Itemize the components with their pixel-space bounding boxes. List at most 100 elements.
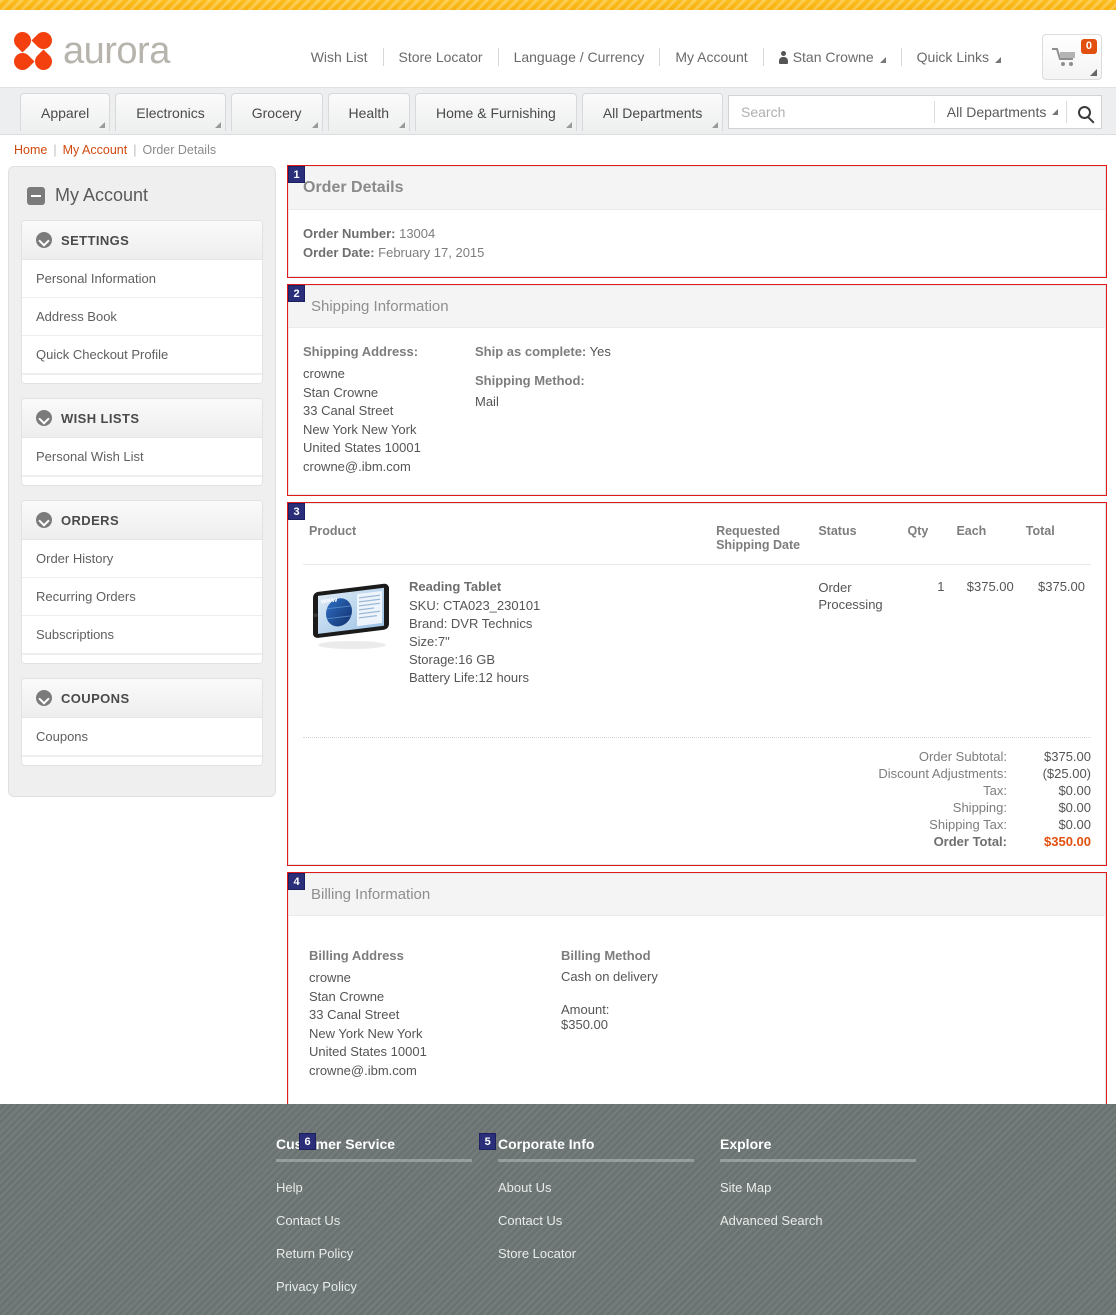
billing-method-value: Cash on delivery [561,969,658,984]
shipping-address-block: Shipping Address: crowne Stan Crowne 33 … [303,344,475,476]
search-submit-button[interactable] [1067,105,1101,119]
tab-label: Apparel [41,104,90,121]
tab-health[interactable]: Health [327,93,410,131]
billing-information-header: Billing Information [289,874,1105,916]
tab-all-departments[interactable]: All Departments [581,93,724,131]
sidebar-group-header-settings[interactable]: SETTINGS [22,221,262,260]
product-name[interactable]: Reading Tablet [409,579,540,594]
sidebar-group-label: SETTINGS [61,232,130,248]
shipping-method-row: Shipping Method: Mail [475,373,1091,409]
ship-as-complete-label: Ship as complete: [475,344,587,359]
footer-link-privacy-policy[interactable]: Privacy Policy [276,1261,498,1294]
sidebar-item-coupons[interactable]: Coupons [22,718,262,756]
footer-link-contact-us-corp[interactable]: Contact Us [498,1195,720,1228]
order-details-header: Order Details [289,167,1105,210]
sidebar-item-subscriptions[interactable]: Subscriptions [22,616,262,654]
address-line: crowne [309,970,351,985]
address-line: crowne [303,366,345,381]
footer-link-contact-us[interactable]: Contact Us [276,1195,498,1228]
sidebar-group-header-orders[interactable]: ORDERS [22,501,262,540]
search-input[interactable] [729,104,934,120]
header-link-language-currency[interactable]: Language / Currency [499,49,660,65]
column-header-total: Total [1019,510,1091,565]
order-date-value: February 17, 2015 [378,245,485,260]
search-scope-select[interactable]: All Departments [935,104,1067,120]
sidebar-title[interactable]: My Account [21,179,263,220]
header-quick-links-menu[interactable]: Quick Links [902,49,1016,65]
billing-information-panel: 4 Billing Information Billing Address cr… [287,872,1107,1116]
sidebar-group-header-coupons[interactable]: COUPONS [22,679,262,718]
footer-link-about-us[interactable]: About Us [498,1162,720,1195]
totals-value: ($25.00) [1042,766,1091,781]
sidebar-item-personal-information[interactable]: Personal Information [22,260,262,298]
footer-link-return-policy[interactable]: Return Policy [276,1228,498,1261]
breadcrumb-my-account[interactable]: My Account [63,143,128,157]
order-number-label: Order Number: [303,226,396,241]
product-thumbnail[interactable]: www [309,579,395,651]
shipping-meta-block: Ship as complete: Yes Shipping Method: M… [475,344,1091,476]
shipping-information-body: Shipping Address: crowne Stan Crowne 33 … [289,328,1105,494]
shipping-method-label: Shipping Method: [475,373,585,388]
billing-address-label: Billing Address [309,948,404,963]
order-total-label: Order Total: [933,834,1007,849]
sidebar-item-recurring-orders[interactable]: Recurring Orders [22,578,262,616]
chevron-down-icon [99,122,106,128]
collapse-icon[interactable] [27,186,45,205]
tab-label: Grocery [251,104,302,121]
annotation-badge-6: 6 [299,1133,316,1150]
sidebar-group-label: ORDERS [61,512,120,528]
order-date-row: Order Date: February 17, 2015 [303,243,1091,262]
cell-requested-shipping-date [710,565,812,702]
product-attribute: SKU: CTA023_230101 [409,598,541,613]
top-accent-stripe [0,0,1116,10]
sidebar-item-quick-checkout-profile[interactable]: Quick Checkout Profile [22,336,262,374]
sidebar-group-footer [22,476,262,485]
address-line: United States 10001 [309,1044,427,1059]
header-link-my-account[interactable]: My Account [660,49,762,65]
tab-label: Electronics [136,104,205,121]
ship-as-complete-row: Ship as complete: Yes [475,344,1091,359]
chevron-down-icon [399,122,405,128]
sidebar-item-personal-wish-list[interactable]: Personal Wish List [22,438,262,476]
sidebar-group-coupons: COUPONS Coupons [21,678,263,766]
header-user-menu[interactable]: Stan Crowne [764,49,901,65]
order-totals: Order Subtotal: $375.00 Discount Adjustme… [289,738,1105,864]
breadcrumb: Home | My Account | Order Details [0,135,1116,166]
address-line: 33 Canal Street [309,1007,400,1022]
order-number-value: 13004 [399,226,436,241]
sidebar-item-order-history[interactable]: Order History [22,540,262,578]
col-req-line1: Requested [716,524,780,538]
header-link-wish-list[interactable]: Wish List [296,49,383,65]
cell-qty: 1 [937,579,945,594]
breadcrumb-home[interactable]: Home [14,143,47,157]
footer-link-site-map[interactable]: Site Map [720,1162,942,1195]
tab-home-furnishing[interactable]: Home & Furnishing [415,93,577,131]
tab-grocery[interactable]: Grocery [230,93,323,131]
column-header-requested-shipping-date: Requested Shipping Date [710,510,813,565]
totals-label: Shipping: [952,800,1007,815]
footer-column-explore: Explore Site Map Advanced Search [720,1136,942,1294]
shipping-address-value: crowne Stan Crowne 33 Canal Street New Y… [303,365,475,476]
footer-column-customer-service: Customer Service Help Contact Us Return … [276,1136,498,1294]
footer-link-store-locator[interactable]: Store Locator [498,1228,720,1261]
tab-electronics[interactable]: Electronics [115,93,226,131]
billing-method-label: Billing Method [561,948,651,963]
header-link-store-locator[interactable]: Store Locator [384,49,498,65]
sidebar-item-address-book[interactable]: Address Book [22,298,262,336]
chevron-down-icon [712,122,719,128]
totals-label: Tax: [983,783,1007,798]
search-scope-label: All Departments [946,104,1047,120]
tab-apparel[interactable]: Apparel [20,93,111,131]
footer-column-corporate-info: Corporate Info About Us Contact Us Store… [498,1136,720,1294]
reading-tablet-image: www [313,583,389,649]
cell-product: www Reading Tablet SKU: CTA023_230101 Br… [303,565,710,702]
department-navigation: Apparel Electronics Grocery Health Home … [0,87,1116,135]
sidebar-group-label: COUPONS [61,690,130,706]
sidebar-group-header-wish-lists[interactable]: WISH LISTS [22,399,262,438]
quick-links-label: Quick Links [916,49,989,65]
mini-cart-button[interactable]: 0 [1042,34,1102,80]
footer-link-help[interactable]: Help [276,1162,498,1195]
billing-information-title: Billing Information [311,886,431,903]
site-logo[interactable]: aurora [10,28,170,74]
footer-link-advanced-search[interactable]: Advanced Search [720,1195,942,1228]
